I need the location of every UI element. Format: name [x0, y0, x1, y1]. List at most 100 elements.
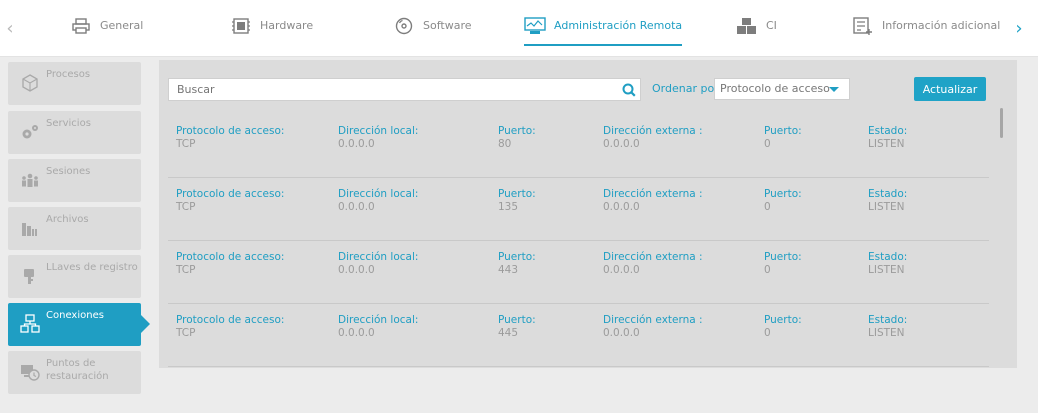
port-value: 445 — [498, 327, 519, 339]
printer-icon — [70, 16, 92, 36]
sidebar-item-label: Puntos de restauración — [46, 358, 109, 382]
search-box — [168, 78, 641, 101]
port-value: 80 — [498, 138, 512, 150]
local-address-value: 0.0.0.0 — [338, 264, 375, 276]
protocol-header: Protocolo de acceso: — [176, 251, 285, 263]
tab-bar: ‹ General Hardware Software Administraci… — [0, 0, 1038, 57]
tab-administracion-remota[interactable]: Administración Remota — [524, 16, 683, 46]
cube-icon — [22, 74, 38, 92]
tab-general[interactable]: General — [70, 16, 143, 46]
scrollbar-thumb[interactable] — [1000, 108, 1003, 138]
gears-icon — [22, 125, 38, 139]
external-address-header: Dirección externa : — [603, 314, 703, 326]
local-address-header: Dirección local: — [338, 314, 419, 326]
order-by-select[interactable]: Protocolo de acceso — [714, 78, 850, 100]
port-header: Puerto: — [498, 125, 536, 137]
local-address-header: Dirección local: — [338, 251, 419, 263]
port-header: Puerto: — [498, 314, 536, 326]
protocol-header: Protocolo de acceso: — [176, 188, 285, 200]
sidebar-item-servicios[interactable]: Servicios — [8, 111, 141, 154]
sidebar-item-sesiones[interactable]: Sesiones — [8, 159, 141, 202]
chevron-down-icon — [829, 87, 839, 92]
protocol-value: TCP — [176, 138, 196, 150]
list-item: Protocolo de acceso: TCP Dirección local:… — [168, 115, 989, 178]
port-header: Puerto: — [498, 251, 536, 263]
list-item: Protocolo de acceso: TCP Dirección local:… — [168, 241, 989, 304]
protocol-header: Protocolo de acceso: — [176, 125, 285, 137]
external-address-header: Dirección externa : — [603, 188, 703, 200]
external-address-value: 0.0.0.0 — [603, 138, 640, 150]
tab-scroll-right-icon[interactable]: › — [1009, 16, 1029, 42]
sidebar-item-label: Procesos — [46, 69, 91, 80]
sidebar-item-label: Archivos — [46, 214, 89, 225]
chip-icon — [230, 16, 252, 36]
external-port-value: 0 — [764, 201, 771, 213]
local-address-value: 0.0.0.0 — [338, 201, 375, 213]
external-port-header: Puerto: — [764, 251, 802, 263]
note-add-icon — [852, 16, 874, 36]
external-port-header: Puerto: — [764, 188, 802, 200]
state-header: Estado: — [868, 125, 908, 137]
disc-icon — [393, 16, 415, 36]
sidebar-item-label: Servicios — [46, 118, 91, 129]
sidebar-item-conexiones[interactable]: Conexiones — [8, 303, 150, 346]
state-header: Estado: — [868, 188, 908, 200]
connections-panel: Ordenar por: Protocolo de acceso Actuali… — [159, 60, 1017, 368]
sidebar-item-llaves-de-registro[interactable]: LLaves de registro — [8, 255, 141, 298]
tab-label: Software — [423, 19, 472, 32]
key-icon — [24, 269, 34, 284]
refresh-button[interactable]: Actualizar — [914, 77, 986, 101]
local-address-header: Dirección local: — [338, 125, 419, 137]
state-value: LISTEN — [868, 264, 905, 276]
external-port-value: 0 — [764, 138, 771, 150]
sidebar-item-archivos[interactable]: Archivos — [8, 207, 141, 250]
list-item: Protocolo de acceso: TCP Dirección local:… — [168, 178, 989, 241]
port-header: Puerto: — [498, 188, 536, 200]
connections-list: Protocolo de acceso: TCP Dirección local:… — [168, 115, 989, 367]
tab-label: Administración Remota — [554, 19, 683, 32]
external-port-header: Puerto: — [764, 314, 802, 326]
network-icon — [20, 314, 40, 333]
external-address-header: Dirección externa : — [603, 251, 703, 263]
tab-label: Hardware — [260, 19, 314, 32]
search-icon[interactable] — [618, 83, 640, 97]
tab-hardware[interactable]: Hardware — [230, 16, 313, 46]
restore-icon — [21, 365, 40, 381]
tab-scroll-left-icon[interactable]: ‹ — [0, 16, 20, 42]
external-address-value: 0.0.0.0 — [603, 327, 640, 339]
files-icon — [22, 223, 37, 236]
tab-label: General — [100, 19, 144, 32]
search-input[interactable] — [177, 83, 618, 96]
port-value: 135 — [498, 201, 519, 213]
sidebar-item-procesos[interactable]: Procesos — [8, 62, 141, 105]
local-address-header: Dirección local: — [338, 188, 419, 200]
protocol-header: Protocolo de acceso: — [176, 314, 285, 326]
sidebar-item-label: Sesiones — [46, 166, 91, 177]
state-value: LISTEN — [868, 201, 905, 213]
state-value: LISTEN — [868, 327, 905, 339]
tab-software[interactable]: Software — [393, 16, 472, 46]
tab-ci[interactable]: CI — [736, 16, 777, 46]
protocol-value: TCP — [176, 201, 196, 213]
state-value: LISTEN — [868, 138, 905, 150]
order-by-label: Ordenar por: — [652, 82, 723, 95]
sidebar-item-label: LLaves de registro — [46, 262, 138, 273]
port-value: 443 — [498, 264, 519, 276]
external-port-value: 0 — [764, 327, 771, 339]
external-port-value: 0 — [764, 264, 771, 276]
protocol-value: TCP — [176, 264, 196, 276]
external-address-value: 0.0.0.0 — [603, 264, 640, 276]
tab-label: CI — [766, 19, 777, 32]
order-by-value: Protocolo de acceso — [720, 82, 830, 95]
external-port-header: Puerto: — [764, 125, 802, 137]
local-address-value: 0.0.0.0 — [338, 327, 375, 339]
protocol-value: TCP — [176, 327, 196, 339]
users-icon — [22, 173, 38, 187]
monitor-icon — [524, 16, 546, 36]
tab-label: Información adicional — [882, 19, 1001, 32]
sidebar-item-label: Conexiones — [46, 310, 104, 321]
tab-informacion-adicional[interactable]: Información adicional — [852, 16, 1000, 46]
boxes-icon — [736, 16, 758, 36]
sidebar-item-puntos-de-restauracion[interactable]: Puntos de restauración — [8, 351, 141, 394]
state-header: Estado: — [868, 314, 908, 326]
